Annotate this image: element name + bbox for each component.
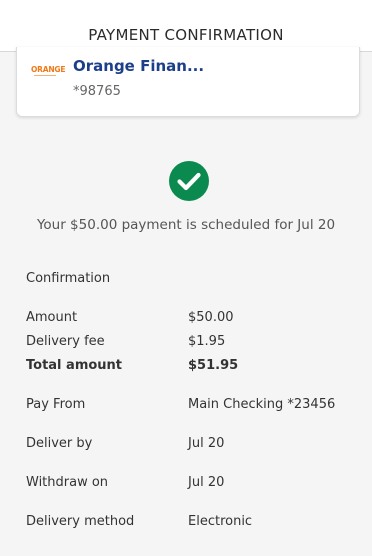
withdraw-on-value: Jul 20 <box>188 475 225 490</box>
delivery-method-row: Delivery method Electronic <box>26 514 356 532</box>
total-amount-value: $51.95 <box>188 358 239 373</box>
header-bar: PAYMENT CONFIRMATION <box>0 0 372 52</box>
delivery-method-value: Electronic <box>188 514 253 529</box>
amount-label: Amount <box>26 310 78 325</box>
page-title: PAYMENT CONFIRMATION <box>88 26 284 44</box>
pay-from-value: Main Checking *23456 <box>188 397 336 412</box>
deliver-by-row: Deliver by Jul 20 <box>26 436 356 454</box>
payee-account-number: *98765 <box>73 84 121 99</box>
logo-underline <box>34 75 56 79</box>
delivery-fee-label: Delivery fee <box>26 334 105 349</box>
pay-from-row: Pay From Main Checking *23456 <box>26 397 356 415</box>
payment-scheduled-message: Your $50.00 payment is scheduled for Jul… <box>36 217 336 233</box>
confirmation-section-title: Confirmation <box>26 271 111 286</box>
withdraw-on-label: Withdraw on <box>26 475 109 490</box>
payee-card[interactable]: ORANGE Orange Finan... *98765 <box>16 47 360 117</box>
payee-name: Orange Finan... <box>73 57 205 75</box>
check-circle-icon <box>169 161 209 201</box>
payee-logo: ORANGE <box>31 65 66 83</box>
amount-row: Amount $50.00 <box>26 310 356 328</box>
total-amount-row: Total amount $51.95 <box>26 358 356 376</box>
withdraw-on-row: Withdraw on Jul 20 <box>26 475 356 493</box>
pay-from-label: Pay From <box>26 397 86 412</box>
logo-wordmark: ORANGE <box>31 65 66 74</box>
delivery-method-label: Delivery method <box>26 514 135 529</box>
amount-value: $50.00 <box>188 310 234 325</box>
total-amount-label: Total amount <box>26 358 123 373</box>
delivery-fee-value: $1.95 <box>188 334 226 349</box>
deliver-by-value: Jul 20 <box>188 436 225 451</box>
delivery-fee-row: Delivery fee $1.95 <box>26 334 356 352</box>
deliver-by-label: Deliver by <box>26 436 93 451</box>
